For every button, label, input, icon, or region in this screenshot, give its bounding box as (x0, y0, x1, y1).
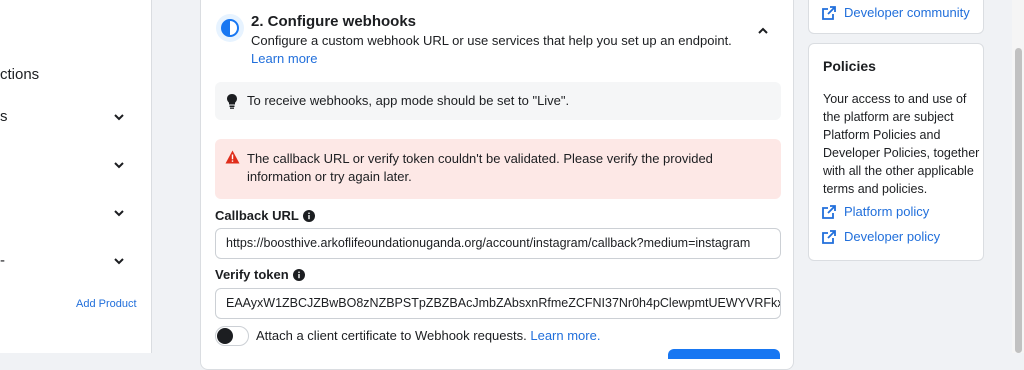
external-link-icon (822, 204, 836, 219)
chevron-up-icon[interactable] (755, 23, 771, 39)
section-description: Configure a custom webhook URL or use se… (251, 33, 732, 48)
error-text: The callback URL or verify token couldn'… (247, 151, 713, 184)
notice-text: To receive webhooks, app mode should be … (247, 93, 570, 108)
callback-url-label: Callback URL (215, 208, 315, 223)
developer-community-link[interactable]: Developer community (822, 5, 970, 20)
callback-url-label-text: Callback URL (215, 208, 299, 223)
sidebar-item-label[interactable]: - (0, 252, 5, 269)
external-link-icon (822, 229, 836, 244)
section-title: 2. Configure webhooks (251, 13, 417, 30)
policies-title: Policies (823, 58, 876, 74)
add-product-link[interactable]: Add Product (76, 298, 137, 310)
save-button[interactable] (668, 349, 780, 359)
developer-policy-text: Developer policy (844, 229, 941, 244)
info-icon[interactable] (302, 209, 315, 222)
cert-learn-more-link[interactable]: Learn more. (530, 328, 600, 343)
live-mode-notice: To receive webhooks, app mode should be … (215, 82, 781, 120)
verify-token-label: Verify token (215, 267, 305, 282)
lightbulb-icon (227, 94, 237, 109)
chevron-down-icon[interactable] (112, 158, 126, 172)
external-link-icon (822, 5, 836, 20)
platform-policy-text: Platform policy (844, 204, 930, 219)
scrollbar-thumb[interactable] (1015, 48, 1022, 353)
client-certificate-toggle[interactable] (215, 326, 249, 346)
sidebar-item-label[interactable]: s (0, 108, 8, 125)
developer-policy-link[interactable]: Developer policy (822, 229, 940, 244)
left-sidebar: ctions s - Add Product (0, 0, 152, 353)
verify-token-label-text: Verify token (215, 267, 289, 282)
platform-policy-link[interactable]: Platform policy (822, 204, 929, 219)
chevron-down-icon[interactable] (112, 110, 126, 124)
toggle-knob (217, 328, 233, 344)
chevron-down-icon[interactable] (112, 206, 126, 220)
callback-url-input[interactable]: https://boosthive.arkoflifeoundationugan… (215, 228, 781, 259)
chevron-down-icon[interactable] (112, 254, 126, 268)
learn-more-link[interactable]: Learn more (251, 51, 317, 66)
warning-icon (225, 150, 240, 164)
info-icon[interactable] (292, 268, 305, 281)
half-circle-icon (216, 14, 244, 42)
validation-error-banner: The callback URL or verify token couldn'… (215, 139, 781, 199)
verify-token-input[interactable]: EAAyxW1ZBCJZBwBO8zNZBPSTpZBZBAcJmbZAbsxn… (215, 288, 781, 319)
sidebar-item-label[interactable]: ctions (0, 66, 39, 83)
cert-text: Attach a client certificate to Webhook r… (256, 328, 527, 343)
client-certificate-label: Attach a client certificate to Webhook r… (256, 328, 600, 343)
policies-body: Your access to and use of the platform a… (823, 92, 980, 196)
developer-community-text: Developer community (844, 5, 970, 20)
